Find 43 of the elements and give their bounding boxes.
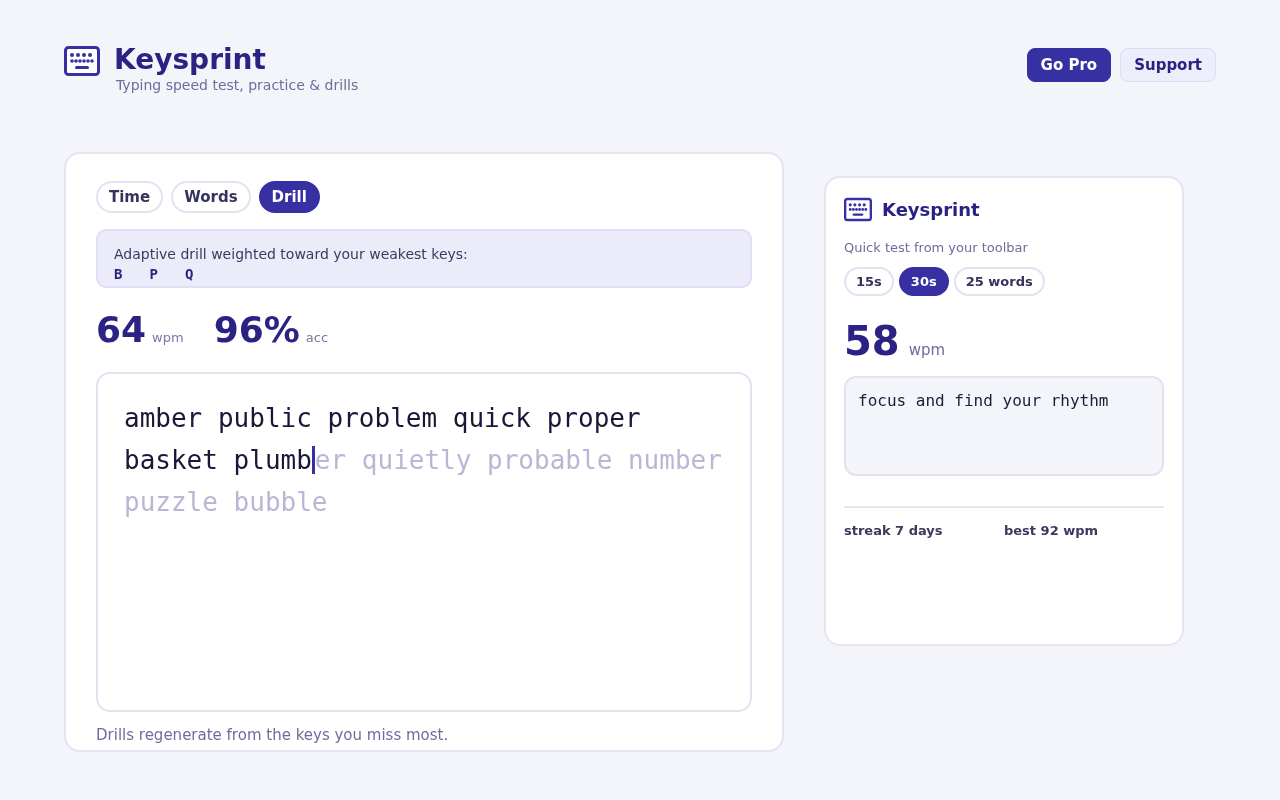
app-subtitle: Typing speed test, practice & drills [116, 76, 359, 94]
mode-tab[interactable]: 30s [898, 267, 949, 296]
popup-stat-text: streak 7 days [844, 521, 944, 540]
weak-key: Q [184, 264, 194, 284]
stat-value: 64 [96, 312, 147, 348]
popup-stat-text: best 92 wpm [1004, 521, 1100, 540]
keyboard-icon [844, 197, 872, 222]
typed-word: problem [327, 403, 438, 433]
typed-word: plumb [233, 445, 312, 475]
mode-tab[interactable]: Words [171, 181, 251, 213]
stat-value: 96% [213, 312, 300, 348]
mode-tab[interactable]: 15s [844, 267, 894, 296]
go-pro-button[interactable]: Go Pro [1026, 48, 1112, 82]
untyped-word: bubble [233, 487, 328, 517]
drill-info-text: Adaptive drill weighted toward your weakest keys: [114, 245, 469, 264]
untyped-word: number [627, 445, 722, 475]
app-title: Keysprint [114, 44, 267, 76]
stat-unit: wpm [152, 329, 184, 347]
typed-word: amber [124, 403, 203, 433]
mode-tab[interactable]: 25 words [953, 267, 1045, 296]
text-cursor [311, 446, 315, 474]
untyped-word: quietly [361, 445, 472, 475]
stat-unit: acc [305, 329, 329, 347]
mode-tab[interactable]: Drill [258, 181, 320, 213]
typing-area[interactable]: amber public problem quick proper basket plumber quietly probable number puzzle bubble [96, 372, 752, 712]
support-button[interactable]: Support [1120, 48, 1216, 82]
popup-stat-value: 58 [844, 321, 900, 361]
popup-title: Keysprint [882, 198, 980, 221]
popup-stat-unit: wpm [908, 340, 946, 361]
mode-tab[interactable]: Time [96, 181, 164, 213]
keyboard-icon [64, 46, 100, 76]
popup-subtitle: Quick test from your toolbar [844, 239, 1029, 257]
weak-key: P [149, 264, 158, 284]
untyped-word: puzzle [124, 487, 218, 517]
drill-footer-note: Drills regenerate from the keys you miss most. [96, 726, 450, 744]
untyped-word: er [314, 445, 347, 475]
typed-word: public [217, 403, 312, 433]
typed-word: quick [452, 403, 532, 433]
weak-key: B [114, 264, 123, 284]
typed-word: proper [546, 403, 641, 433]
untyped-word: probable [487, 445, 613, 475]
prompt-box[interactable]: focus and find your rhythm [844, 375, 1164, 476]
typed-word: basket [124, 445, 218, 475]
